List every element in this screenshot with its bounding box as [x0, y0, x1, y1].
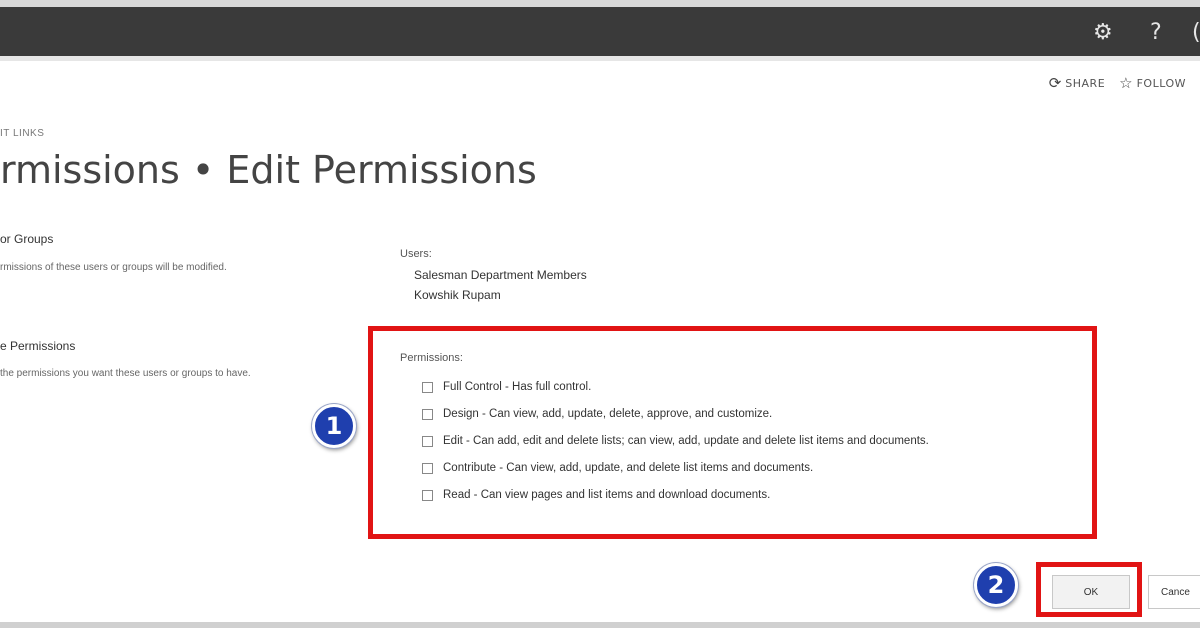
permissions-label: Permissions:: [400, 352, 463, 364]
follow-label: FOLLOW: [1136, 76, 1186, 90]
contribute-checkbox[interactable]: [422, 462, 433, 474]
user-item: Salesman Department Members: [414, 268, 587, 282]
permission-label: Full Control - Has full control.: [443, 381, 592, 393]
permission-read[interactable]: Read - Can view pages and list items and…: [422, 489, 770, 501]
step-1-badge: 1: [312, 404, 356, 448]
permission-label: Edit - Can add, edit and delete lists; c…: [443, 435, 929, 447]
choose-permissions-heading: e Permissions: [0, 339, 76, 353]
breadcrumb[interactable]: IT LINKS: [0, 128, 44, 139]
cancel-button[interactable]: Cance: [1148, 575, 1200, 609]
suite-bar: ⚙ ? (: [0, 0, 1200, 56]
page-title: rmissions • Edit Permissions: [0, 148, 537, 192]
follow-button[interactable]: ☆ FOLLOW: [1119, 74, 1186, 92]
help-icon[interactable]: ?: [1150, 19, 1162, 47]
permission-design[interactable]: Design - Can view, add, update, delete, …: [422, 408, 772, 420]
share-button[interactable]: ⟳ SHARE: [1049, 74, 1105, 92]
permission-label: Contribute - Can view, add, update, and …: [443, 462, 814, 474]
read-checkbox[interactable]: [422, 489, 433, 501]
follow-star-icon: ☆: [1119, 74, 1133, 92]
users-groups-heading: or Groups: [0, 232, 54, 246]
page-actions: ⟳ SHARE ☆ FOLLOW: [1049, 72, 1200, 94]
share-label: SHARE: [1065, 76, 1106, 90]
permission-label: Read - Can view pages and list items and…: [443, 489, 771, 501]
ok-button[interactable]: OK: [1052, 575, 1130, 609]
design-checkbox[interactable]: [422, 408, 433, 420]
choose-permissions-description: the permissions you want these users or …: [0, 368, 251, 379]
edit-checkbox[interactable]: [422, 435, 433, 447]
permission-full-control[interactable]: Full Control - Has full control.: [422, 381, 591, 393]
account-icon[interactable]: (: [1192, 19, 1200, 47]
users-groups-description: rmissions of these users or groups will …: [0, 262, 227, 273]
permissions-highlight-box: [368, 326, 1097, 539]
full-control-checkbox[interactable]: [422, 381, 433, 393]
user-item: Kowshik Rupam: [414, 288, 501, 302]
share-icon: ⟳: [1048, 74, 1062, 92]
permission-contribute[interactable]: Contribute - Can view, add, update, and …: [422, 462, 813, 474]
users-label: Users:: [400, 248, 432, 260]
permission-label: Design - Can view, add, update, delete, …: [443, 408, 773, 420]
bottom-border: [0, 622, 1200, 628]
suite-bar-divider: [0, 56, 1200, 61]
permission-edit[interactable]: Edit - Can add, edit and delete lists; c…: [422, 435, 929, 447]
step-2-badge: 2: [974, 563, 1018, 607]
settings-gear-icon[interactable]: ⚙: [1093, 19, 1113, 47]
